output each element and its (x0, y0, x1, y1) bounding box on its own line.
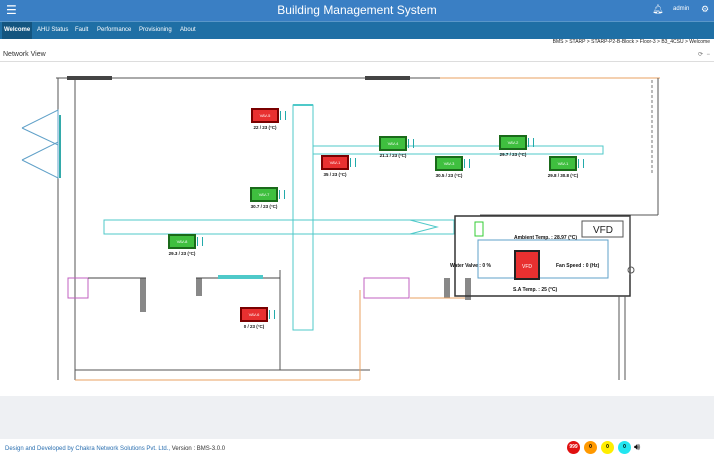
fan-speed: Fan Speed : 0 (Hz) (556, 263, 600, 269)
vav-reading: 30.5 / 23 (°C) (435, 173, 463, 178)
vav-damper-icon (464, 159, 470, 168)
header-bar: ☰ Building Management System 🔔︎ admin ⚙ (0, 0, 714, 21)
vav-damper-icon (280, 111, 286, 120)
vav-reading: 21.1 / 23 (°C) (379, 153, 407, 158)
panel-title: Network View (3, 51, 46, 58)
critical-alarm-badge[interactable]: 999 (567, 441, 580, 454)
bell-icon[interactable]: 🔔︎ (652, 4, 663, 15)
vav-reading: 22 / 23 (°C) (253, 125, 277, 130)
tab-welcome[interactable]: Welcome (2, 22, 33, 39)
vav-damper-icon (197, 237, 203, 246)
vfd-label: VFD (593, 225, 613, 236)
vav-unit[interactable]: VAV-2 (499, 135, 527, 150)
vav-damper-icon (269, 310, 275, 319)
refresh-icon[interactable]: ⟳ (698, 52, 703, 58)
vav-reading: 29.8 / 30.8 (°C) (547, 173, 579, 178)
vav-reading: 30.7 / 23 (°C) (250, 204, 278, 209)
breadcrumb: BMS > STARP > STARP-P2-B-Block > Floor-3… (552, 39, 710, 45)
vav-damper-icon (578, 159, 584, 168)
vav-unit[interactable]: VAV-8 (168, 234, 196, 249)
ahu-unit[interactable]: VFD (514, 250, 540, 280)
page-background-band (0, 396, 714, 439)
collapse-icon[interactable]: − (706, 52, 710, 58)
vav-unit[interactable]: VAV-1 (321, 155, 349, 170)
vav-reading: 29.7 / 23 (°C) (499, 152, 527, 157)
gear-icon[interactable]: ⚙ (701, 4, 709, 15)
vav-unit[interactable]: VAV-6 (240, 307, 268, 322)
tab-ahu-status[interactable]: AHU Status (35, 22, 70, 39)
info-alarm-badge[interactable]: 0 (618, 441, 631, 454)
panel-actions: ⟳ − (698, 51, 710, 58)
major-alarm-badge[interactable]: 0 (584, 441, 597, 454)
main-nav: Welcome AHU Status Fault Performance Pro… (0, 21, 714, 39)
vav-damper-icon (350, 158, 356, 167)
water-valve: Water Valve : 0 % (450, 263, 491, 269)
minor-alarm-badge[interactable]: 0 (601, 441, 614, 454)
vav-unit[interactable]: VAV-1 (549, 156, 577, 171)
tab-fault[interactable]: Fault (73, 22, 90, 39)
user-name[interactable]: admin (673, 6, 689, 12)
vav-unit[interactable]: VAV-7 (250, 187, 278, 202)
tab-performance[interactable]: Performance (95, 22, 133, 39)
footer-credit: Design and Developed by Chakra Network S… (5, 446, 171, 452)
vav-damper-icon (279, 190, 285, 199)
vav-unit[interactable]: VAV-5 (251, 108, 279, 123)
divider (0, 61, 714, 62)
footer-version: Version : BMS-3.0.0 (170, 446, 226, 452)
app-title: Building Management System (277, 3, 437, 17)
vav-unit[interactable]: VAV-3 (435, 156, 463, 171)
vav-reading: 29.3 / 23 (°C) (168, 251, 196, 256)
floor-plan: VFD (21, 76, 660, 381)
vav-damper-icon (528, 138, 534, 147)
vav-reading: 35 / 23 (°C) (323, 172, 347, 177)
tab-provisioning[interactable]: Provisioning (137, 22, 174, 39)
supply-temp: S.A Temp. : 25 (°C) (513, 287, 558, 293)
tab-about[interactable]: About (178, 22, 198, 39)
ambient-temp: Ambient Temp. : 28.97 (°C) (514, 235, 578, 241)
footer: Design and Developed by Chakra Network S… (5, 446, 225, 452)
vav-unit[interactable]: VAV-4 (379, 136, 407, 151)
vav-damper-icon (408, 139, 414, 148)
speaker-icon[interactable]: 🔊︎ (634, 442, 640, 453)
vav-reading: 0 / 23 (°C) (243, 324, 265, 329)
